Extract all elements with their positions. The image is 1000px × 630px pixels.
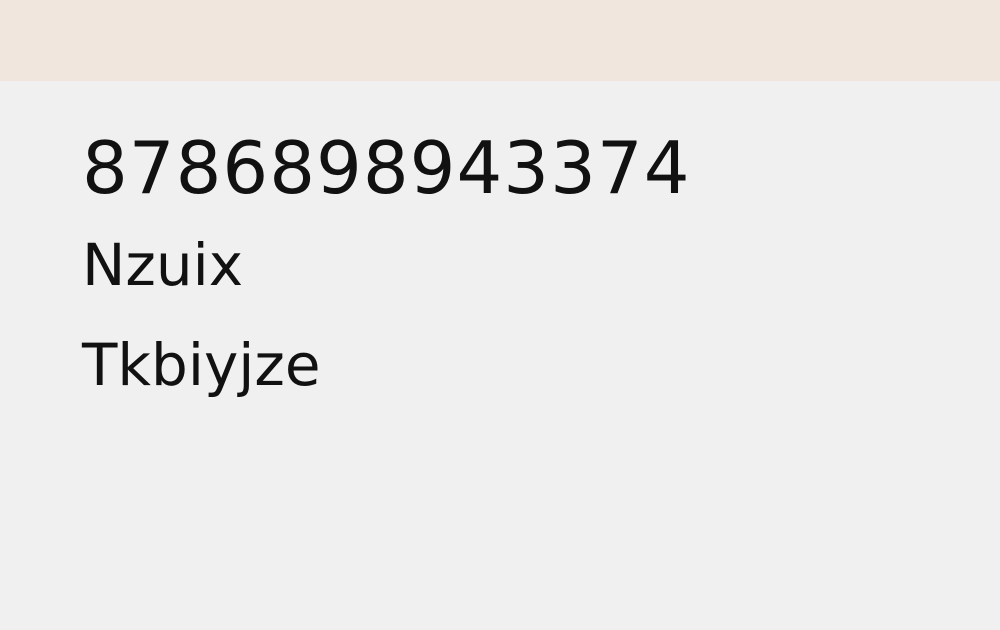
name-text-1: Nzuix [82, 231, 244, 299]
number-text: 8786898943374 [82, 126, 691, 210]
content-area: 8786898943374 Nzuix Tkbiyjze [82, 132, 691, 436]
name-text-2: Tkbiyjze [82, 331, 321, 399]
top-bar [0, 0, 1000, 81]
